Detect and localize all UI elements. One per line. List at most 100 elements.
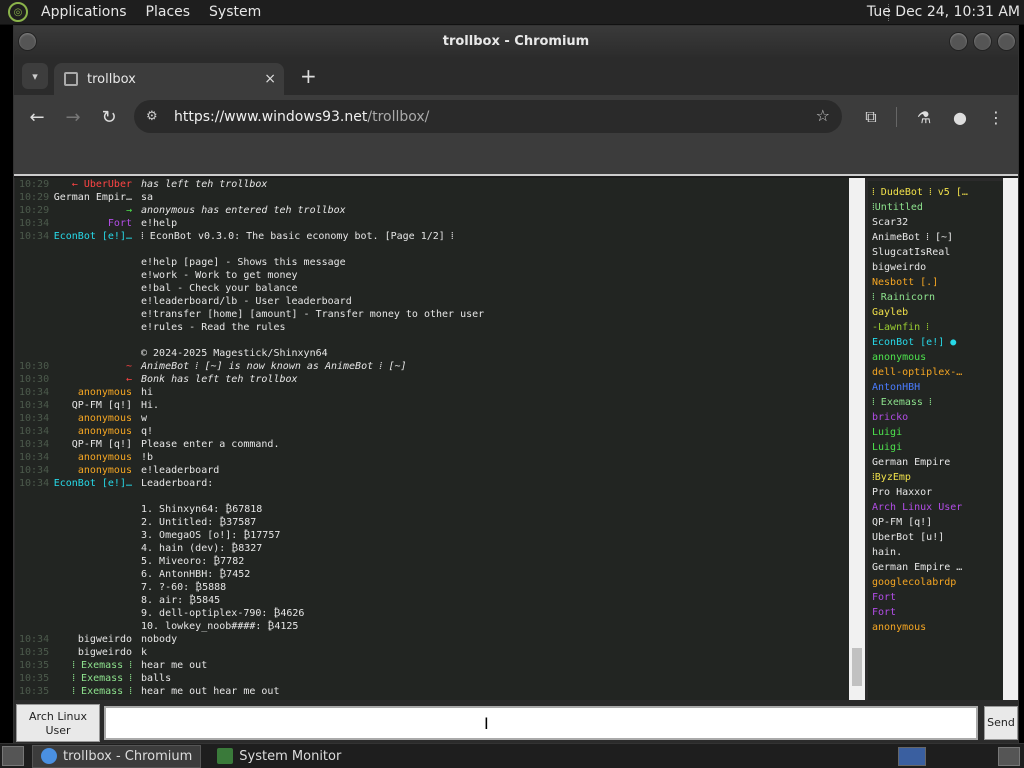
chat-scroll-thumb[interactable] — [852, 648, 862, 686]
task-chromium[interactable]: trollbox - Chromium — [32, 744, 202, 768]
message-nick[interactable]: bigweirdo — [51, 646, 141, 659]
message-nick[interactable]: → — [51, 204, 141, 217]
message-input[interactable]: I — [104, 706, 978, 740]
message-nick[interactable] — [51, 321, 141, 334]
user-list-item[interactable]: QP-FM [q!] — [868, 515, 1003, 530]
distro-logo-icon[interactable]: ◎ — [8, 2, 28, 22]
site-info-icon[interactable]: ⚙ — [146, 109, 162, 124]
user-list-item[interactable]: ⁞ Exemass ⁞ — [868, 395, 1003, 410]
user-list[interactable]: ⁞ DudeBot ⁞ v5 [… ⁞Untitled Scar32 AnimeBot… — [868, 181, 1003, 700]
user-list-item[interactable]: EconBot [e!] ● — [868, 335, 1003, 350]
message-nick[interactable]: anonymous — [51, 425, 141, 438]
user-list-item[interactable]: Gayleb — [868, 305, 1003, 320]
back-arrow-icon[interactable]: ← — [22, 102, 52, 132]
message-nick[interactable]: anonymous — [51, 412, 141, 425]
message-nick[interactable] — [51, 269, 141, 282]
user-list-scrollbar[interactable] — [1003, 178, 1018, 700]
message-nick[interactable]: German Empir… — [51, 191, 141, 204]
message-nick[interactable] — [51, 594, 141, 607]
user-list-item[interactable]: ⁞ Rainicorn — [868, 290, 1003, 305]
maximize-button[interactable] — [973, 32, 992, 51]
message-nick[interactable] — [51, 334, 141, 347]
message-nick[interactable]: ⁞ Exemass ⁞ — [51, 672, 141, 685]
clock[interactable]: Tue Dec 24, 10:31 AM — [867, 4, 1020, 20]
chat-scrollbar[interactable] — [849, 178, 865, 700]
message-nick[interactable] — [51, 243, 141, 256]
user-list-item[interactable]: Nesbott [.] — [868, 275, 1003, 290]
message-nick[interactable] — [51, 516, 141, 529]
address-bar[interactable]: ⚙ https://www.windows93.net/trollbox/ ☆ — [134, 100, 842, 133]
user-list-item[interactable]: bigweirdo — [868, 260, 1003, 275]
user-list-item[interactable]: anonymous — [868, 620, 1003, 635]
user-list-item[interactable]: Arch Linux User — [868, 500, 1003, 515]
user-list-item[interactable]: German Empire — [868, 455, 1003, 470]
user-list-item[interactable]: Fort — [868, 590, 1003, 605]
close-window-button[interactable] — [997, 32, 1016, 51]
menu-kebab-icon[interactable]: ⋮ — [982, 103, 1010, 131]
profile-icon[interactable]: ● — [946, 103, 974, 131]
menu-applications[interactable]: Applications — [35, 4, 133, 20]
window-menu-button[interactable] — [18, 32, 37, 51]
message-nick[interactable]: QP-FM [q!] — [51, 399, 141, 412]
user-list-item[interactable]: AntonHBH — [868, 380, 1003, 395]
menu-system[interactable]: System — [203, 4, 267, 20]
message-nick[interactable] — [51, 581, 141, 594]
send-button[interactable]: Send — [984, 706, 1018, 740]
user-list-item[interactable]: googlecolabrdp — [868, 575, 1003, 590]
message-nick[interactable] — [51, 568, 141, 581]
message-nick[interactable]: anonymous — [51, 386, 141, 399]
extensions-icon[interactable]: ⧉ — [857, 103, 885, 131]
menu-places[interactable]: Places — [140, 4, 197, 20]
user-list-item[interactable]: German Empire … — [868, 560, 1003, 575]
window-titlebar[interactable]: trollbox - Chromium — [14, 26, 1018, 57]
user-list-item[interactable]: Luigi — [868, 425, 1003, 440]
bookmark-star-icon[interactable]: ☆ — [816, 106, 830, 125]
url-text[interactable]: https://www.windows93.net/trollbox/ — [174, 109, 429, 125]
message-nick[interactable] — [51, 308, 141, 321]
message-nick[interactable] — [51, 503, 141, 516]
message-nick[interactable]: ⁞ Exemass ⁞ — [51, 685, 141, 698]
chat-log[interactable]: 10:29 ← UberUber has left teh trollbox 10:2… — [15, 178, 849, 700]
user-list-item[interactable]: Luigi — [868, 440, 1003, 455]
message-nick[interactable] — [51, 555, 141, 568]
message-nick[interactable]: ← — [51, 373, 141, 386]
message-nick[interactable]: bigweirdo — [51, 633, 141, 646]
user-list-item[interactable]: Scar32 — [868, 215, 1003, 230]
user-list-item[interactable]: Pro Haxxor — [868, 485, 1003, 500]
user-list-item[interactable]: anonymous — [868, 350, 1003, 365]
tray-chromium-icon[interactable] — [898, 747, 926, 766]
message-nick[interactable] — [51, 295, 141, 308]
message-nick[interactable] — [51, 529, 141, 542]
user-list-item[interactable]: UberBot [u!] — [868, 530, 1003, 545]
message-nick[interactable]: Fort — [51, 217, 141, 230]
user-list-item[interactable]: SlugcatIsReal — [868, 245, 1003, 260]
message-nick[interactable] — [51, 347, 141, 360]
tab-close-icon[interactable]: × — [264, 71, 276, 87]
message-nick[interactable]: ⁞ Exemass ⁞ — [51, 659, 141, 672]
reload-icon[interactable]: ↻ — [94, 102, 124, 132]
user-list-item[interactable]: ⁞ByzEmp — [868, 470, 1003, 485]
message-nick[interactable]: anonymous — [51, 464, 141, 477]
message-nick[interactable]: ← UberUber — [51, 178, 141, 191]
user-list-item[interactable]: bricko — [868, 410, 1003, 425]
message-nick[interactable]: QP-FM [q!] — [51, 438, 141, 451]
task-system-monitor[interactable]: System Monitor — [209, 745, 349, 768]
show-desktop-button[interactable] — [2, 746, 24, 766]
new-tab-button[interactable]: + — [300, 64, 317, 88]
minimize-button[interactable] — [949, 32, 968, 51]
tab-trollbox[interactable]: trollbox × — [54, 63, 284, 95]
user-list-item[interactable]: AnimeBot ⁞ [~] — [868, 230, 1003, 245]
nickname-button[interactable]: Arch Linux User — [16, 704, 100, 742]
message-nick[interactable]: anonymous — [51, 451, 141, 464]
message-nick[interactable] — [51, 620, 141, 633]
message-nick[interactable] — [51, 607, 141, 620]
workspace-switcher[interactable] — [998, 747, 1020, 766]
user-list-item[interactable]: -Lawnfin ⁞ — [868, 320, 1003, 335]
message-nick[interactable] — [51, 282, 141, 295]
tab-search-button[interactable]: ▾ — [22, 63, 48, 89]
message-nick[interactable]: EconBot [e!]… — [51, 477, 141, 490]
message-nick[interactable] — [51, 490, 141, 503]
message-nick[interactable] — [51, 542, 141, 555]
user-list-item[interactable]: ⁞Untitled — [868, 200, 1003, 215]
user-list-item[interactable]: hain. — [868, 545, 1003, 560]
